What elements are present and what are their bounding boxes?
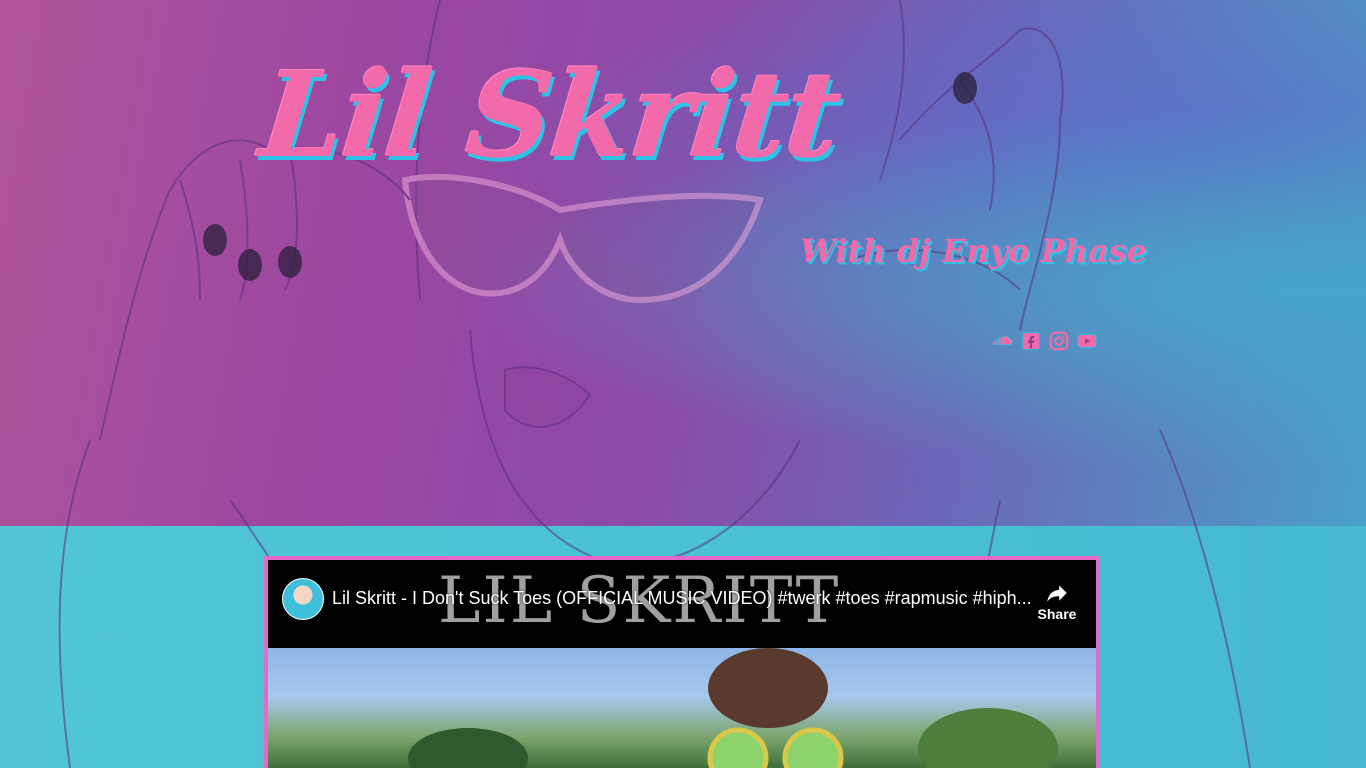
channel-avatar[interactable]: [282, 578, 324, 620]
site-title: Lil Skritt: [254, 45, 847, 184]
social-links: [992, 330, 1098, 352]
video-header: LIL SKRITT Lil Skritt - I Don't Suck Toe…: [268, 560, 1096, 648]
instagram-icon: [1049, 331, 1069, 351]
facebook-icon: [1022, 332, 1040, 350]
video-title[interactable]: Lil Skritt - I Don't Suck Toes (OFFICIAL…: [332, 588, 1032, 609]
site-subtitle: With dj Enyo Phase: [800, 232, 1147, 270]
youtube-link[interactable]: [1076, 330, 1098, 352]
video-embed[interactable]: LIL SKRITT Lil Skritt - I Don't Suck Toe…: [264, 556, 1100, 768]
share-label: Share: [1037, 606, 1077, 622]
video-thumbnail[interactable]: [268, 648, 1096, 768]
instagram-link[interactable]: [1048, 330, 1070, 352]
soundcloud-link[interactable]: [992, 330, 1014, 352]
video-player[interactable]: LIL SKRITT Lil Skritt - I Don't Suck Toe…: [268, 560, 1096, 768]
thumbnail-scene: [408, 648, 1058, 768]
facebook-link[interactable]: [1020, 330, 1042, 352]
share-icon: [1047, 585, 1067, 602]
youtube-icon: [1077, 334, 1097, 348]
share-button[interactable]: Share: [1032, 580, 1082, 624]
soundcloud-icon: [993, 335, 1013, 345]
